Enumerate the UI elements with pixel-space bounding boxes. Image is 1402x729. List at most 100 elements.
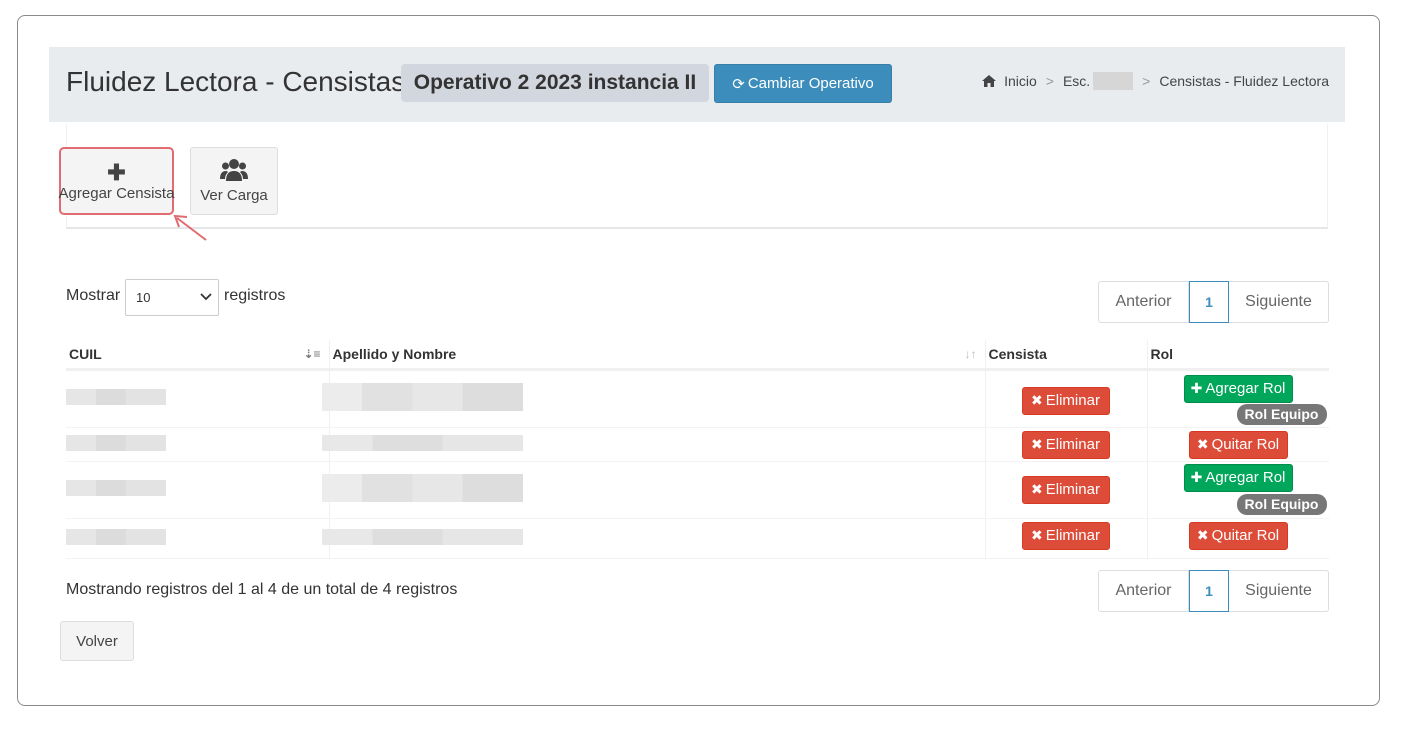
page-length-select[interactable]: 10 <box>125 279 219 316</box>
eliminar-label: Eliminar <box>1045 527 1100 544</box>
sort-asc-icon: ⇣≡ <box>303 347 321 361</box>
redacted-name <box>321 528 523 545</box>
chevron-down-icon <box>200 289 212 306</box>
redacted-name <box>321 383 523 411</box>
cell-censista: ✖ Eliminar <box>985 427 1148 462</box>
cell-cuil <box>66 369 330 428</box>
breadcrumb-separator: > <box>1142 73 1151 89</box>
rol-equipo-badge: Rol Equipo <box>1236 493 1327 515</box>
quitar-rol-button[interactable]: ✖ Quitar Rol <box>1188 521 1288 550</box>
breadcrumb-escuela[interactable]: Esc. <box>1063 73 1090 89</box>
eliminar-button[interactable]: ✖ Eliminar <box>1021 430 1110 459</box>
page-title: Fluidez Lectora - Censistas <box>66 66 406 97</box>
column-label: Apellido y Nombre <box>332 345 457 362</box>
redacted-cuil <box>66 389 166 405</box>
length-prefix: Mostrar <box>66 287 121 304</box>
pagination-page-1[interactable]: 1 <box>1189 570 1229 612</box>
plus-icon: ✚ <box>1190 469 1203 485</box>
cell-nombre <box>321 461 986 519</box>
table-row: ✖ Eliminar ✚ Agregar Rol Rol Equipo <box>66 369 1329 428</box>
close-icon: ✖ <box>1196 436 1209 452</box>
eliminar-label: Eliminar <box>1045 436 1100 453</box>
cell-rol: ✖ Quitar Rol <box>1147 518 1329 559</box>
column-header-nombre[interactable]: Apellido y Nombre ↓↑ <box>329 340 986 371</box>
redacted-name <box>321 434 523 451</box>
column-label: CUIL <box>69 345 102 362</box>
breadcrumb: Inicio > Esc. > Censistas - Fluidez Lect… <box>982 72 1329 90</box>
rol-equipo-badge: Rol Equipo <box>1236 403 1327 425</box>
table-row: ✖ Eliminar ✖ Quitar Rol <box>66 518 1329 559</box>
cell-nombre <box>321 427 986 462</box>
table-row: ✖ Eliminar ✖ Quitar Rol <box>66 427 1329 462</box>
eliminar-button[interactable]: ✖ Eliminar <box>1021 521 1110 550</box>
annotation-arrow <box>173 214 207 241</box>
redacted-school-name <box>1093 72 1134 90</box>
quitar-rol-button[interactable]: ✖ Quitar Rol <box>1188 430 1288 459</box>
censistas-table: CUIL ⇣≡ Apellido y Nombre ↓↑ Censista Ro… <box>66 340 1329 559</box>
eliminar-label: Eliminar <box>1045 392 1100 409</box>
cell-rol: ✖ Quitar Rol <box>1147 427 1329 462</box>
cell-nombre <box>321 369 986 428</box>
plus-icon: ✚ <box>107 159 126 185</box>
ver-carga-label: Ver Carga <box>200 187 268 204</box>
cell-censista: ✖ Eliminar <box>985 369 1148 428</box>
eliminar-label: Eliminar <box>1045 481 1100 498</box>
cell-cuil <box>66 461 330 519</box>
column-header-cuil[interactable]: CUIL ⇣≡ <box>66 340 330 371</box>
cell-censista: ✖ Eliminar <box>985 518 1148 559</box>
close-icon: ✖ <box>1031 527 1043 543</box>
redacted-cuil <box>66 480 166 496</box>
page-length-value: 10 <box>136 290 151 305</box>
pagination-bottom: Anterior 1 Siguiente <box>1098 570 1329 612</box>
pagination-prev[interactable]: Anterior <box>1098 570 1189 612</box>
cell-rol: ✚ Agregar Rol Rol Equipo <box>1147 461 1329 519</box>
operativo-badge: Operativo 2 2023 instancia II <box>401 64 709 102</box>
pagination-prev[interactable]: Anterior <box>1098 281 1189 323</box>
home-icon <box>982 75 997 87</box>
close-icon: ✖ <box>1031 481 1043 497</box>
redacted-name <box>321 474 523 502</box>
cell-censista: ✖ Eliminar <box>985 461 1148 519</box>
quitar-rol-label: Quitar Rol <box>1211 436 1280 453</box>
refresh-icon: ⟳ <box>732 75 745 93</box>
plus-icon: ✚ <box>1190 380 1203 396</box>
column-label: Censista <box>988 345 1047 362</box>
close-icon: ✖ <box>1196 527 1209 543</box>
redacted-cuil <box>66 528 166 545</box>
pagination-next[interactable]: Siguiente <box>1229 570 1329 612</box>
column-header-rol: Rol <box>1147 340 1329 371</box>
cell-cuil <box>66 518 330 559</box>
eliminar-button[interactable]: ✖ Eliminar <box>1021 475 1110 504</box>
sort-icon: ↓↑ <box>964 347 977 361</box>
ver-carga-button[interactable]: Ver Carga <box>190 147 278 215</box>
agregar-censista-label: Agregar Censista <box>58 184 175 202</box>
eliminar-button[interactable]: ✖ Eliminar <box>1021 386 1110 415</box>
cambiar-operativo-label: Cambiar Operativo <box>747 75 874 92</box>
cell-cuil <box>66 427 330 462</box>
breadcrumb-current: Censistas - Fluidez Lectora <box>1159 73 1329 89</box>
breadcrumb-inicio[interactable]: Inicio <box>1004 73 1037 89</box>
volver-button[interactable]: Volver <box>60 621 134 661</box>
table-row: ✖ Eliminar ✚ Agregar Rol Rol Equipo <box>66 461 1329 519</box>
length-suffix: registros <box>224 287 286 304</box>
pagination-top: Anterior 1 Siguiente <box>1098 281 1329 323</box>
users-icon <box>220 158 248 187</box>
agregar-rol-label: Agregar Rol <box>1205 380 1286 397</box>
agregar-censista-button[interactable]: ✚ Agregar Censista <box>59 147 174 215</box>
column-label: Rol <box>1150 345 1174 362</box>
column-header-censista: Censista <box>985 340 1148 371</box>
agregar-rol-button[interactable]: ✚ Agregar Rol <box>1183 374 1293 403</box>
close-icon: ✖ <box>1031 436 1043 452</box>
pagination-page-1[interactable]: 1 <box>1189 281 1229 323</box>
table-info: Mostrando registros del 1 al 4 de un tot… <box>66 581 458 598</box>
cambiar-operativo-button[interactable]: ⟳ Cambiar Operativo <box>714 64 892 103</box>
redacted-cuil <box>66 434 166 451</box>
close-icon: ✖ <box>1031 392 1043 408</box>
breadcrumb-separator: > <box>1045 73 1054 89</box>
cell-nombre <box>321 518 986 559</box>
cell-rol: ✚ Agregar Rol Rol Equipo <box>1147 369 1329 428</box>
pagination-next[interactable]: Siguiente <box>1229 281 1329 323</box>
agregar-rol-button[interactable]: ✚ Agregar Rol <box>1183 463 1293 492</box>
agregar-rol-label: Agregar Rol <box>1205 469 1286 486</box>
quitar-rol-label: Quitar Rol <box>1211 527 1280 544</box>
